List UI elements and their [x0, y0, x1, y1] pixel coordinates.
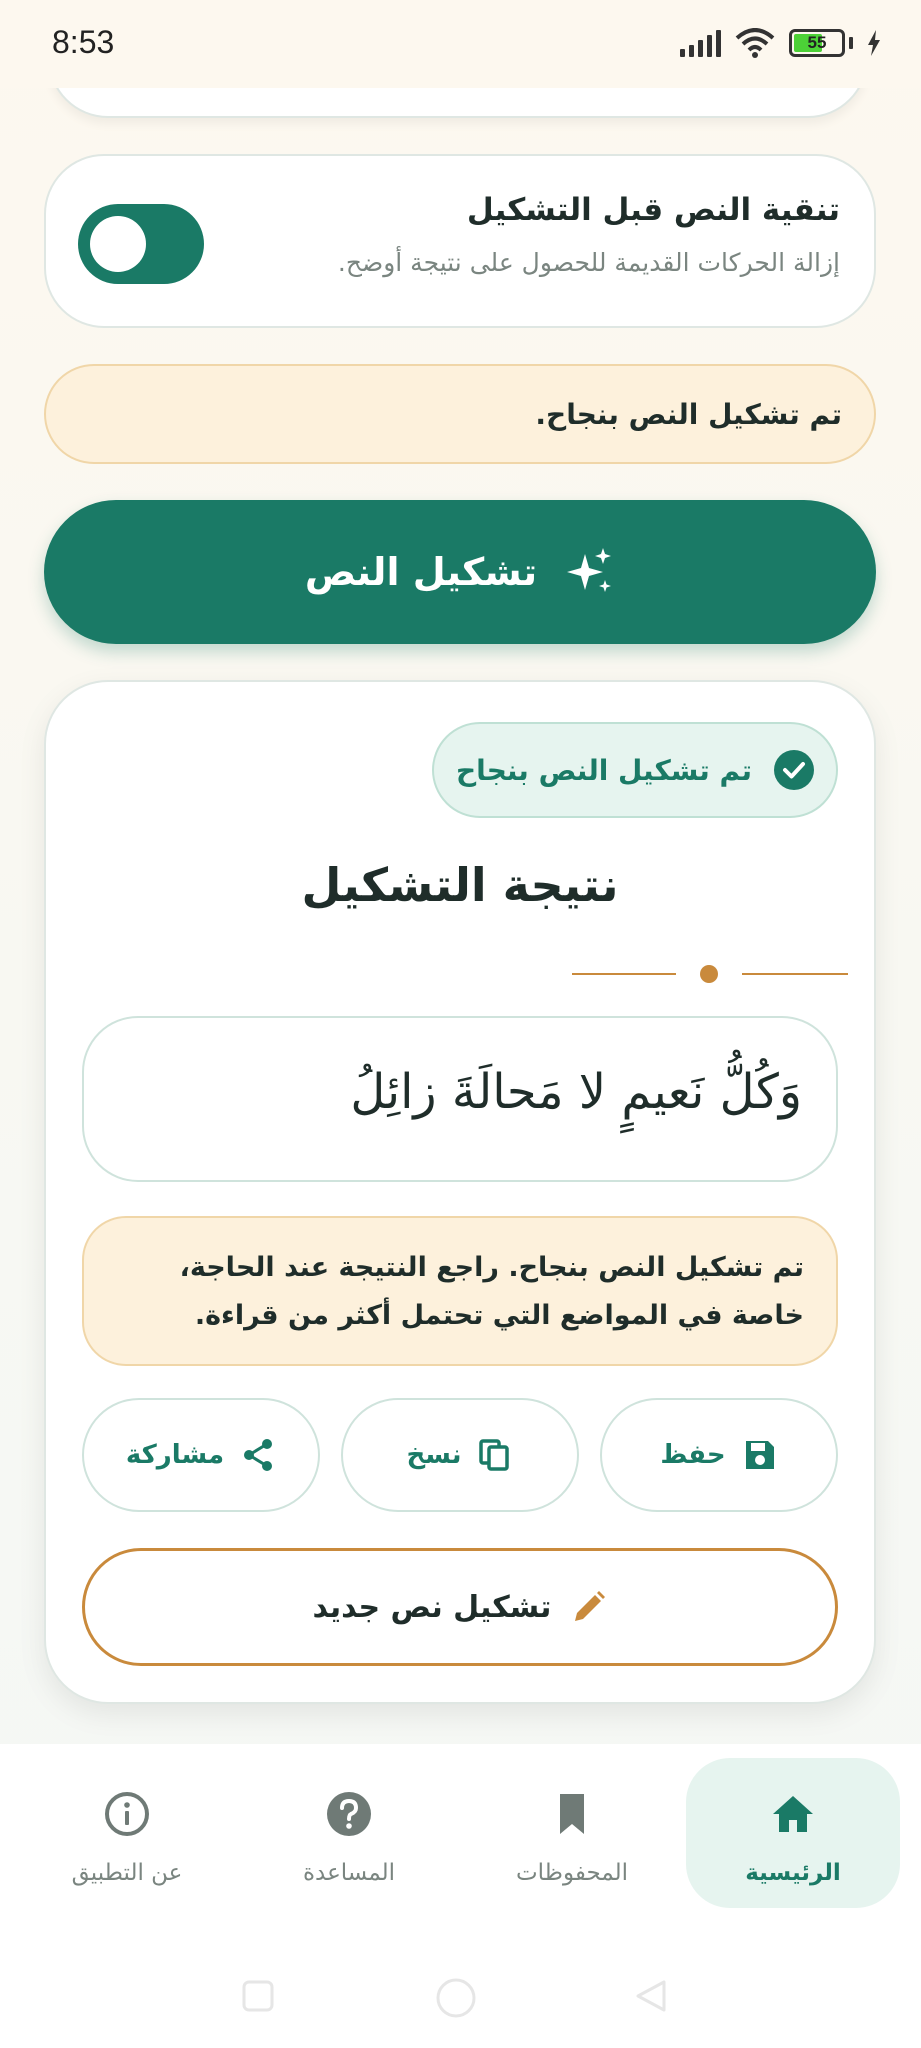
nav-item-about[interactable]: عن التطبيق — [20, 1758, 234, 1908]
cleanup-toggle[interactable] — [78, 204, 204, 284]
save-icon — [745, 1441, 774, 1469]
back-icon[interactable] — [634, 1978, 670, 2014]
check-circle-icon — [773, 750, 814, 790]
result-note-text: تم تشكيل النص بنجاح. راجع النتيجة عند ال… — [179, 1252, 804, 1331]
result-note: تم تشكيل النص بنجاح. راجع النتيجة عند ال… — [82, 1216, 838, 1366]
cleanup-setting-card: تنقية النص قبل التشكيل إزالة الحركات الق… — [44, 154, 876, 328]
save-button[interactable]: حفظ — [600, 1398, 838, 1512]
nav-label-home: الرئيسية — [745, 1860, 841, 1886]
recents-icon[interactable] — [240, 1978, 276, 2014]
home-icon — [773, 1796, 813, 1832]
result-title: نتيجة التشكيل — [301, 858, 619, 912]
system-navigation-bar — [0, 1940, 921, 2048]
share-button[interactable]: مشاركة — [82, 1398, 320, 1512]
copy-icon — [479, 1439, 510, 1471]
success-badge-text: تم تشكيل النص بنجاح — [456, 753, 752, 787]
charging-icon — [868, 30, 880, 56]
help-icon — [327, 1792, 371, 1836]
nav-label-help: المساعدة — [302, 1860, 396, 1886]
success-badge: تم تشكيل النص بنجاح — [432, 722, 838, 818]
nav-item-saved[interactable]: المحفوظات — [465, 1758, 679, 1908]
share-label: مشاركة — [125, 1440, 225, 1470]
nav-label-saved: المحفوظات — [515, 1860, 629, 1886]
copy-button[interactable]: نسخ — [341, 1398, 579, 1512]
nav-label-about: عن التطبيق — [71, 1860, 183, 1886]
new-text-label: تشكيل نص جديد — [312, 1589, 552, 1625]
cleanup-subtitle: إزالة الحركات القديمة للحصول على نتيجة أ… — [337, 248, 840, 277]
share-icon — [244, 1439, 273, 1471]
bottom-navigation: الرئيسية المحفوظات المساعدة عن التطبيق — [0, 1744, 921, 1940]
diacritize-button[interactable]: تشكيل النص — [44, 500, 876, 644]
result-card: تم تشكيل النص بنجاح نتيجة التشكيل وَكُلُ… — [44, 680, 876, 1704]
nav-item-help[interactable]: المساعدة — [242, 1758, 456, 1908]
save-label: حفظ — [660, 1440, 726, 1470]
nav-item-home[interactable]: الرئيسية — [686, 1758, 900, 1908]
bookmark-icon — [560, 1794, 584, 1834]
cleanup-title: تنقية النص قبل التشكيل — [466, 192, 840, 228]
info-banner-text: تم تشكيل النص بنجاح. — [535, 398, 842, 431]
signal-icon — [680, 29, 721, 57]
sparkle-icon — [567, 548, 612, 592]
result-text-box[interactable]: وَكُلُّ نَعيمٍ لا مَحالَةَ زائِلُ — [82, 1016, 838, 1182]
title-divider — [572, 964, 848, 984]
result-text: وَكُلُّ نَعيمٍ لا مَحالَةَ زائِلُ — [350, 1064, 802, 1120]
diacritize-button-label: تشكيل النص — [304, 550, 538, 594]
battery-icon: 55 — [789, 29, 845, 57]
pencil-icon — [575, 1591, 606, 1621]
new-text-button[interactable]: تشكيل نص جديد — [82, 1548, 838, 1666]
status-bar-overlay: 8:53 55 — [0, 0, 921, 90]
info-banner: تم تشكيل النص بنجاح. — [44, 364, 876, 464]
home-system-icon[interactable] — [432, 1978, 480, 2026]
copy-label: نسخ — [406, 1440, 462, 1470]
toggle-knob — [90, 216, 146, 272]
info-icon — [105, 1792, 149, 1836]
wifi-icon — [735, 28, 775, 58]
